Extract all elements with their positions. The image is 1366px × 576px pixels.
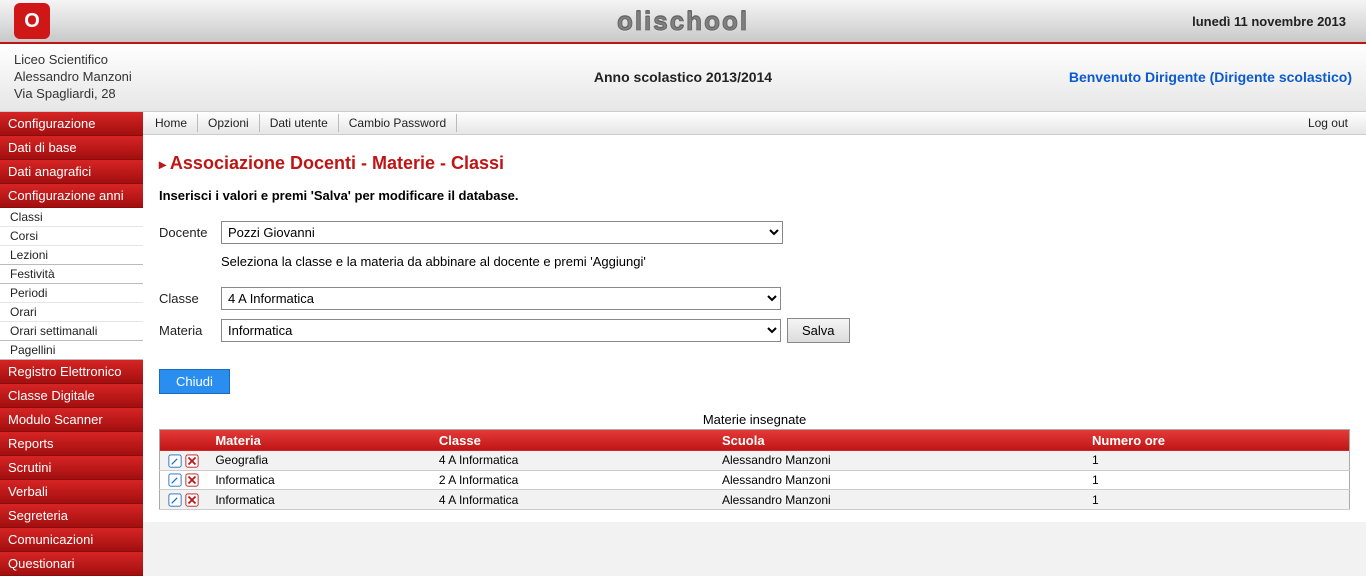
sub-note: Seleziona la classe e la materia da abbi… <box>221 254 1350 269</box>
cell-materia: Informatica <box>207 490 431 510</box>
docente-label: Docente <box>159 225 221 240</box>
sidebar-section-classe-digitale[interactable]: Classe Digitale <box>0 384 143 408</box>
classe-select[interactable]: 4 A Informatica <box>221 287 781 310</box>
col-ore: Numero ore <box>1084 429 1349 451</box>
sidebar-item-festività[interactable]: Festività <box>0 265 143 284</box>
cell-scuola: Alessandro Manzoni <box>714 451 1084 470</box>
sidebar-item-orari[interactable]: Orari <box>0 303 143 322</box>
main-area: HomeOpzioniDati utenteCambio Password Log… <box>143 112 1366 522</box>
menu-opzioni[interactable]: Opzioni <box>198 114 260 132</box>
cell-materia: Geografia <box>207 451 431 470</box>
top-banner: O olischool lunedì 11 novembre 2013 <box>0 0 1366 44</box>
menu-home[interactable]: Home <box>151 114 198 132</box>
col-materia: Materia <box>207 429 431 451</box>
sidebar-item-orari-settimanali[interactable]: Orari settimanali <box>0 322 143 341</box>
delete-icon[interactable] <box>185 493 199 507</box>
instructions: Inserisci i valori e premi 'Salva' per m… <box>159 188 1350 203</box>
col-classe: Classe <box>431 429 714 451</box>
sidebar-item-corsi[interactable]: Corsi <box>0 227 143 246</box>
info-row: Liceo Scientifico Alessandro Manzoni Via… <box>0 44 1366 112</box>
table-caption: Materie insegnate <box>159 412 1350 427</box>
delete-icon[interactable] <box>185 473 199 487</box>
cell-classe: 2 A Informatica <box>431 470 714 490</box>
sidebar-section-modulo-scanner[interactable]: Modulo Scanner <box>0 408 143 432</box>
school-info: Liceo Scientifico Alessandro Manzoni Via… <box>14 52 132 103</box>
cell-ore: 1 <box>1084 470 1349 490</box>
cell-classe: 4 A Informatica <box>431 490 714 510</box>
sidebar-item-periodi[interactable]: Periodi <box>0 284 143 303</box>
welcome-text: Benvenuto Dirigente (Dirigente scolastic… <box>1069 69 1352 85</box>
cell-materia: Informatica <box>207 470 431 490</box>
edit-icon[interactable] <box>168 473 182 487</box>
close-button[interactable]: Chiudi <box>159 369 230 394</box>
delete-icon[interactable] <box>185 454 199 468</box>
menubar: HomeOpzioniDati utenteCambio Password Log… <box>143 112 1366 135</box>
table-row: Informatica2 A InformaticaAlessandro Man… <box>160 470 1350 490</box>
sidebar-section-dati-anagrafici[interactable]: Dati anagrafici <box>0 160 143 184</box>
brand-title: olischool <box>617 6 749 37</box>
sidebar-item-classi[interactable]: Classi <box>0 208 143 227</box>
school-name: Liceo Scientifico <box>14 52 132 69</box>
form-row-materia: Materia Informatica Salva <box>159 318 1350 343</box>
menu-dati-utente[interactable]: Dati utente <box>260 114 339 132</box>
cell-ore: 1 <box>1084 490 1349 510</box>
col-scuola: Scuola <box>714 429 1084 451</box>
school-subtitle: Alessandro Manzoni <box>14 69 132 86</box>
logo-icon: O <box>14 3 50 39</box>
menu-cambio-password[interactable]: Cambio Password <box>339 114 457 132</box>
classe-label: Classe <box>159 291 221 306</box>
content: Associazione Docenti - Materie - Classi … <box>143 135 1366 522</box>
sidebar-section-reports[interactable]: Reports <box>0 432 143 456</box>
materia-label: Materia <box>159 323 221 338</box>
sidebar-item-lezioni[interactable]: Lezioni <box>0 246 143 265</box>
materia-select[interactable]: Informatica <box>221 319 781 342</box>
form-row-classe: Classe 4 A Informatica <box>159 287 1350 310</box>
subjects-table: Materia Classe Scuola Numero ore Geograf… <box>159 429 1350 510</box>
table-row: Informatica4 A InformaticaAlessandro Man… <box>160 490 1350 510</box>
school-year: Anno scolastico 2013/2014 <box>594 69 772 85</box>
table-row: Geografia4 A InformaticaAlessandro Manzo… <box>160 451 1350 470</box>
cell-classe: 4 A Informatica <box>431 451 714 470</box>
cell-scuola: Alessandro Manzoni <box>714 490 1084 510</box>
sidebar-section-configurazione[interactable]: Configurazione <box>0 112 143 136</box>
col-actions <box>160 429 208 451</box>
sidebar: ConfigurazioneDati di baseDati anagrafic… <box>0 112 143 576</box>
docente-select[interactable]: Pozzi Giovanni <box>221 221 783 244</box>
cell-ore: 1 <box>1084 451 1349 470</box>
sidebar-section-configurazione-anni[interactable]: Configurazione anni <box>0 184 143 208</box>
edit-icon[interactable] <box>168 454 182 468</box>
cell-scuola: Alessandro Manzoni <box>714 470 1084 490</box>
sidebar-section-comunicazioni[interactable]: Comunicazioni <box>0 528 143 552</box>
menu-logout[interactable]: Log out <box>1298 114 1358 132</box>
sidebar-section-questionari[interactable]: Questionari <box>0 552 143 576</box>
sidebar-section-registro-elettronico[interactable]: Registro Elettronico <box>0 360 143 384</box>
sidebar-section-segreteria[interactable]: Segreteria <box>0 504 143 528</box>
edit-icon[interactable] <box>168 493 182 507</box>
page-title: Associazione Docenti - Materie - Classi <box>159 153 1350 174</box>
save-button[interactable]: Salva <box>787 318 850 343</box>
school-address: Via Spagliardi, 28 <box>14 86 132 103</box>
current-date: lunedì 11 novembre 2013 <box>1192 14 1346 29</box>
sidebar-section-scrutini[interactable]: Scrutini <box>0 456 143 480</box>
form-row-docente: Docente Pozzi Giovanni <box>159 221 1350 244</box>
sidebar-section-verbali[interactable]: Verbali <box>0 480 143 504</box>
sidebar-item-pagellini[interactable]: Pagellini <box>0 341 143 360</box>
sidebar-section-dati-di-base[interactable]: Dati di base <box>0 136 143 160</box>
